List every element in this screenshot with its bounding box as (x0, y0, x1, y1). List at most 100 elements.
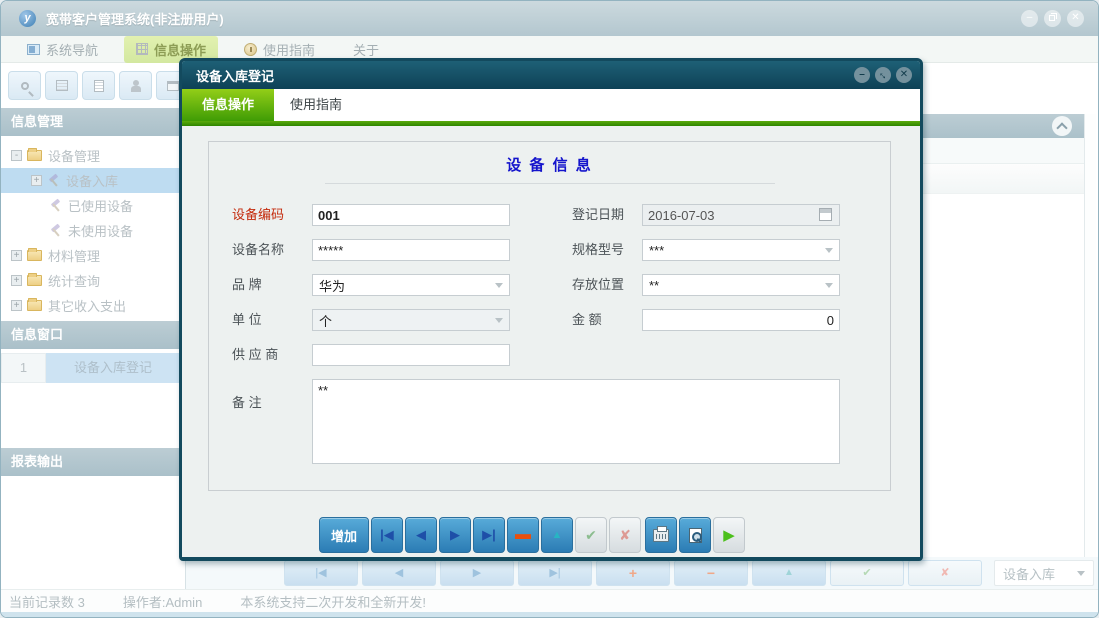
tree-item-stats-query[interactable]: + 统计查询 (1, 268, 186, 293)
row-number: 1 (1, 353, 46, 383)
folder-icon (27, 300, 42, 311)
maximize-icon: ↔ (873, 65, 892, 84)
nav-prev-button[interactable]: ◀ (362, 560, 436, 586)
supplier-label: 供 应 商 (232, 344, 278, 366)
tree-item-label: 材料管理 (48, 246, 100, 265)
tab-label: 系统导航 (46, 40, 98, 59)
dialog-maximize-button[interactable]: ↔ (875, 67, 891, 83)
tree-item-device-mgmt[interactable]: - 设备管理 (1, 143, 186, 168)
collapse-icon[interactable]: - (11, 150, 22, 161)
reg-date-input[interactable] (642, 204, 840, 226)
confirm-record-button[interactable]: ✔ (830, 560, 904, 586)
nav-last-button[interactable]: ▶| (473, 517, 505, 553)
dialog-close-button[interactable]: ✕ (896, 67, 912, 83)
table-select-dropdown[interactable]: 设备入库 (994, 560, 1094, 586)
document-button[interactable] (82, 71, 115, 100)
preview-button[interactable] (679, 517, 711, 553)
spec-model-select[interactable]: *** (642, 239, 840, 261)
help-clock-icon (244, 43, 257, 56)
remark-textarea[interactable]: ** (312, 379, 840, 464)
run-button[interactable]: ▶ (713, 517, 745, 553)
restore-button[interactable] (1044, 10, 1061, 27)
user-icon (130, 80, 142, 92)
scrollbar[interactable] (1084, 114, 1096, 559)
system-nav-icon (27, 44, 40, 55)
tree-item-device-in[interactable]: + 设备入库 (1, 168, 186, 193)
location-label: 存放位置 (572, 274, 624, 296)
location-select[interactable]: ** (642, 274, 840, 296)
tree-item-other-income[interactable]: + 其它收入支出 (1, 293, 186, 318)
tab-label: 关于 (353, 40, 379, 59)
add-record-button[interactable]: + (596, 560, 670, 586)
nav-prev-button[interactable]: ◀ (405, 517, 437, 553)
add-button[interactable]: 增加 (319, 517, 369, 553)
chevron-down-icon (825, 248, 833, 253)
tree-item-used-devices[interactable]: 已使用设备 (1, 193, 186, 218)
tool-icon (49, 224, 62, 237)
combo-value: 华为 (319, 276, 345, 295)
amount-label: 金 额 (572, 309, 602, 331)
dialog-tab-info-ops[interactable]: 信息操作 (182, 89, 274, 121)
last-icon: ▶| (482, 527, 496, 543)
edit-button[interactable]: ▲ (541, 517, 573, 553)
dialog-toolbar: 增加 |◀ ◀ ▶ ▶| ▬ ▲ ✔ ✘ ▶ (182, 512, 920, 558)
tree-item-label: 设备管理 (48, 146, 100, 165)
tree-item-label: 其它收入支出 (48, 296, 126, 315)
tab-label: 信息操作 (154, 40, 206, 59)
brand-select[interactable]: 华为 (312, 274, 510, 296)
expand-icon[interactable]: + (11, 250, 22, 261)
amount-input[interactable] (642, 309, 840, 331)
chevron-down-icon (825, 283, 833, 288)
minimize-button[interactable]: – (1021, 10, 1038, 27)
close-button[interactable]: ✕ (1067, 10, 1084, 27)
cancel-button[interactable]: ✘ (609, 517, 641, 553)
unit-label: 单 位 (232, 309, 262, 331)
reg-date-label: 登记日期 (572, 204, 624, 226)
folder-icon (27, 150, 42, 161)
tab-system-nav[interactable]: 系统导航 (15, 36, 110, 63)
chevron-down-icon (495, 318, 503, 323)
nav-first-button[interactable]: |◀ (284, 560, 358, 586)
printer-icon (653, 529, 669, 542)
tree-item-unused-devices[interactable]: 未使用设备 (1, 218, 186, 243)
folder-icon (27, 250, 42, 261)
report-output-header: 报表输出 (1, 448, 186, 476)
confirm-button[interactable]: ✔ (575, 517, 607, 553)
expand-icon[interactable]: + (11, 275, 22, 286)
device-info-panel: 设 备 信 息 设备编码 登记日期 设备名称 规格型号 *** 品 牌 (208, 141, 891, 491)
info-window-row[interactable]: 1 设备入库登记 (1, 353, 186, 383)
expand-icon[interactable]: + (31, 175, 42, 186)
device-name-input[interactable] (312, 239, 510, 261)
supplier-input[interactable] (312, 344, 510, 366)
nav-first-button[interactable]: |◀ (371, 517, 403, 553)
print-button[interactable] (645, 517, 677, 553)
nav-last-button[interactable]: ▶| (518, 560, 592, 586)
next-icon: ▶ (450, 527, 460, 543)
search-button[interactable] (8, 71, 41, 100)
delete-record-button[interactable]: − (674, 560, 748, 586)
cancel-record-button[interactable]: ✘ (908, 560, 982, 586)
document-icon (94, 80, 104, 92)
calendar-icon[interactable] (819, 208, 832, 221)
row-label: 设备入库登记 (46, 353, 186, 383)
chevron-down-icon (495, 283, 503, 288)
collapse-panel-button[interactable] (1052, 116, 1072, 136)
device-registration-dialog: 设备入库登记 – ↔ ✕ 信息操作 使用指南 设 备 信 息 设备编码 登记日期 (179, 58, 923, 561)
delete-button[interactable]: ▬ (507, 517, 539, 553)
form-title: 设 备 信 息 (209, 154, 890, 175)
check-icon: ✔ (585, 527, 597, 544)
user-button[interactable] (119, 71, 152, 100)
dialog-tab-guide[interactable]: 使用指南 (274, 89, 358, 121)
expand-icon[interactable]: + (11, 300, 22, 311)
tree-item-material-mgmt[interactable]: + 材料管理 (1, 243, 186, 268)
device-code-input[interactable] (312, 204, 510, 226)
dialog-minimize-button[interactable]: – (854, 67, 870, 83)
combo-value: 个 (319, 311, 332, 330)
nav-next-button[interactable]: ▶ (439, 517, 471, 553)
nav-next-button[interactable]: ▶ (440, 560, 514, 586)
unit-select[interactable]: 个 (312, 309, 510, 331)
edit-record-button[interactable]: ▲ (752, 560, 826, 586)
tool-icon (47, 174, 60, 187)
report-button[interactable] (45, 71, 78, 100)
dialog-body: 设 备 信 息 设备编码 登记日期 设备名称 规格型号 *** 品 牌 (182, 126, 920, 558)
